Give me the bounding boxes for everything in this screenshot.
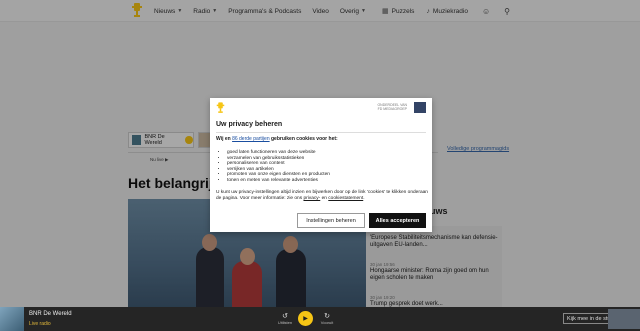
list-item: goed laten functioneren van deze website xyxy=(227,150,330,156)
player-live-label: Live radio xyxy=(29,321,51,327)
privacy-link[interactable]: privacy- xyxy=(303,196,320,201)
settings-button[interactable]: Instellingen beheren xyxy=(297,213,365,228)
modal-title: Uw privacy beheren xyxy=(216,121,283,128)
cookiestatement-link[interactable]: cookiestatement xyxy=(328,196,363,201)
privacy-modal: ONDERDEEL VAN FD MEDIAGROEP Uw privacy b… xyxy=(210,98,432,232)
list-item: tonen en meten van relevante advertentie… xyxy=(227,178,330,184)
fd-mediagroep-logo-icon xyxy=(414,102,426,113)
play-icon: ▶ xyxy=(303,316,308,322)
bnr-logo-icon xyxy=(216,102,225,113)
modal-intro: Wij en 86 derde partijen gebruiken cooki… xyxy=(216,136,338,142)
station-thumbnail xyxy=(0,307,24,331)
purpose-list: goed laten functioneren van deze website… xyxy=(222,150,330,184)
divider xyxy=(216,132,426,133)
player-station: BNR De Wereld xyxy=(29,311,72,317)
accept-all-button[interactable]: Alles accepteren xyxy=(369,213,426,228)
forward-button[interactable]: ↻ Vooruit xyxy=(317,312,337,325)
studio-thumbnail[interactable] xyxy=(608,309,640,329)
derde-partijen-link[interactable]: 86 derde partijen xyxy=(232,136,270,142)
player-bar: BNR De Wereld Live radio ↺ Uitlisten ▶ ↻ V… xyxy=(0,307,640,331)
modal-footnote: U kunt uw privacy-instellingen altijd in… xyxy=(216,190,428,201)
play-button[interactable]: ▶ xyxy=(298,311,313,326)
partner-text: ONDERDEEL VAN FD MEDIAGROEP xyxy=(377,103,407,111)
rewind-button[interactable]: ↺ Uitlisten xyxy=(275,312,295,325)
forward-icon: ↻ xyxy=(324,313,330,320)
rewind-icon: ↺ xyxy=(282,313,288,320)
